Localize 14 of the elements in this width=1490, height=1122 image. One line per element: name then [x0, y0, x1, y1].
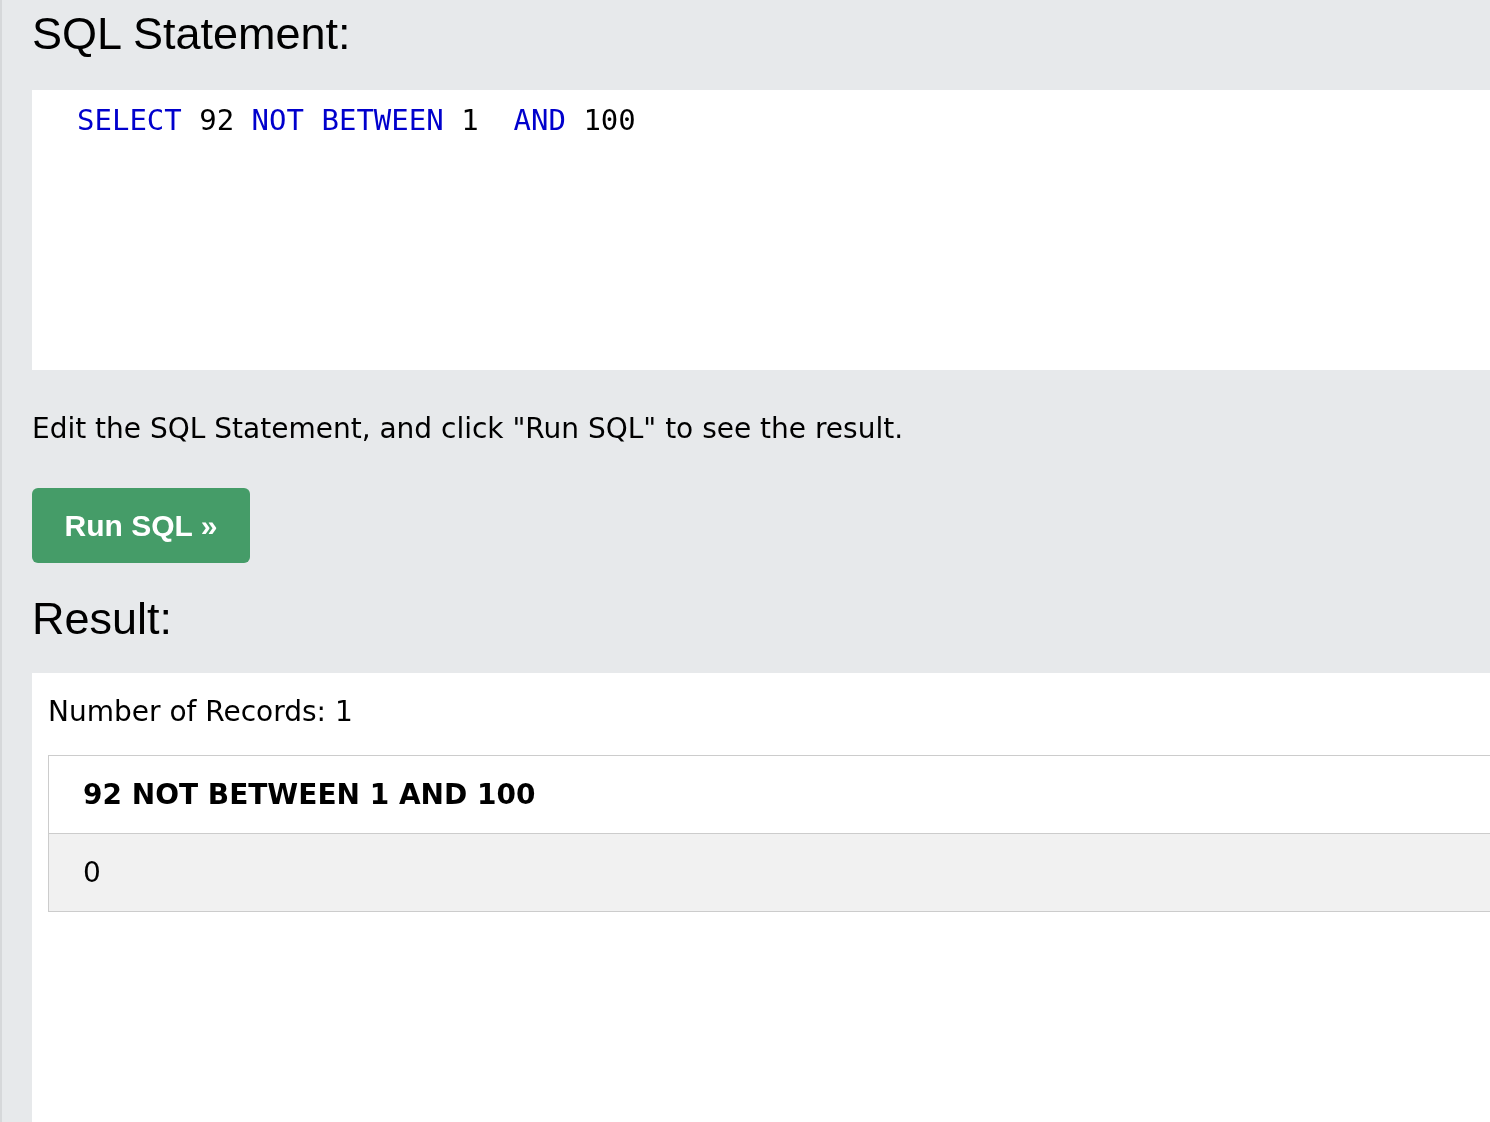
- record-count: Number of Records: 1: [48, 694, 353, 730]
- column-header: 92 NOT BETWEEN 1 AND 100: [83, 777, 536, 811]
- sql-keyword: SELECT: [77, 103, 182, 137]
- sql-text: 1: [460, 103, 480, 137]
- sql-keyword: NOT: [251, 103, 304, 137]
- sql-text: 92: [198, 103, 236, 137]
- section-heading: Result:: [32, 592, 173, 646]
- sql-text: 100: [582, 103, 636, 137]
- sql-keyword: BETWEEN: [320, 103, 444, 137]
- section-heading: SQL Statement:: [32, 7, 351, 61]
- code-editor[interactable]: SELECT 92 NOT BETWEEN 1 AND 100: [32, 90, 1490, 370]
- table-cell: 0: [83, 855, 101, 889]
- sql-keyword: AND: [513, 103, 566, 137]
- instruction-text: Edit the SQL Statement, and click "Run SQL" to see the result.: [32, 411, 904, 447]
